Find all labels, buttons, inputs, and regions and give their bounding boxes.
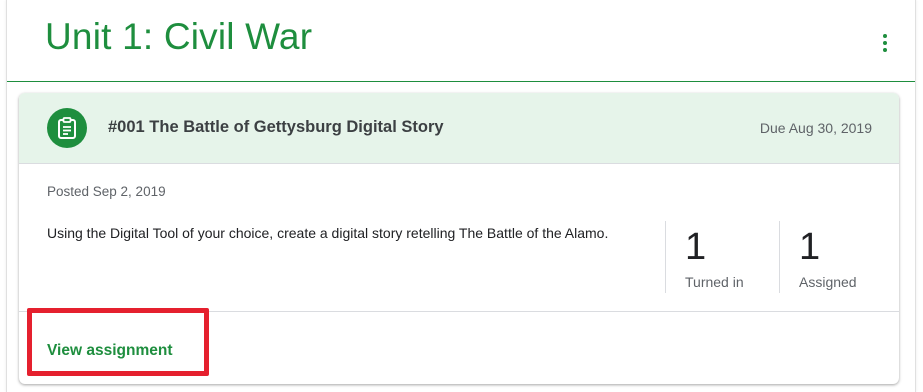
assigned-stat[interactable]: 1 Assigned	[779, 221, 899, 293]
assigned-count: 1	[799, 226, 821, 268]
topic-header: Unit 1: Civil War	[7, 0, 915, 82]
posted-date: Posted Sep 2, 2019	[47, 184, 166, 199]
assigned-label: Assigned	[799, 274, 857, 290]
assignment-card[interactable]: #001 The Battle of Gettysburg Digital St…	[19, 93, 899, 384]
assignment-title[interactable]: #001 The Battle of Gettysburg Digital St…	[108, 118, 444, 137]
more-vert-icon	[883, 34, 887, 38]
view-assignment-link[interactable]: View assignment	[47, 342, 172, 360]
turned-in-count: 1	[685, 226, 707, 268]
clipboard-icon	[58, 117, 76, 139]
turned-in-label: Turned in	[685, 274, 744, 290]
due-date: Due Aug 30, 2019	[759, 120, 872, 136]
assignment-description: Using the Digital Tool of your choice, c…	[47, 225, 609, 241]
turned-in-stat[interactable]: 1 Turned in	[665, 221, 779, 293]
topic-card: Unit 1: Civil War #001 The Battle of Get…	[6, 0, 916, 392]
classwork-page: Unit 1: Civil War #001 The Battle of Get…	[0, 0, 923, 392]
assignment-icon	[47, 108, 87, 148]
assignment-footer: View assignment	[19, 311, 899, 384]
topic-title: Unit 1: Civil War	[45, 16, 313, 57]
more-options-button[interactable]	[875, 28, 895, 58]
assignment-header[interactable]: #001 The Battle of Gettysburg Digital St…	[19, 93, 899, 164]
